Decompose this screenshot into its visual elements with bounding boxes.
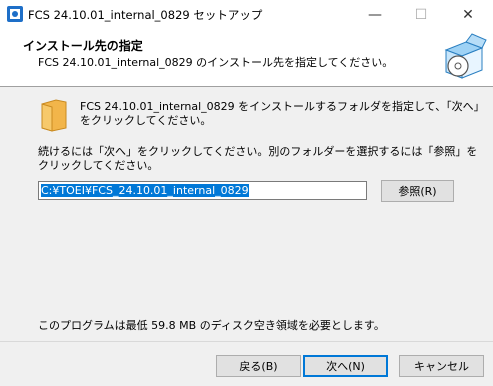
window-title: FCS 24.10.01_internal_0829 セットアップ: [28, 8, 263, 22]
browse-button-label: 参照(R): [398, 185, 437, 198]
cancel-button-label: キャンセル: [414, 360, 469, 373]
browse-button[interactable]: 参照(R): [381, 180, 454, 202]
page-title: インストール先の指定: [23, 39, 143, 53]
page-subtitle: FCS 24.10.01_internal_0829 のインストール先を指定して…: [38, 56, 394, 69]
intro-text: FCS 24.10.01_internal_0829 をインストールするフォルダ…: [80, 100, 480, 127]
footer-divider: [0, 341, 493, 342]
minimize-button[interactable]: —: [352, 0, 398, 29]
maximize-icon: ☐: [414, 6, 428, 23]
folder-icon: [41, 99, 67, 132]
installer-icon: [7, 6, 23, 22]
box-disc-icon: [444, 33, 487, 79]
disk-space-text: このプログラムは最低 59.8 MB のディスク空き領域を必要とします。: [38, 319, 385, 332]
instructions-text: 続けるには「次へ」をクリックしてください。別のフォルダーを選択するには「参照」を…: [38, 145, 478, 172]
next-button[interactable]: 次へ(N): [303, 355, 388, 377]
next-button-label: 次へ(N): [326, 360, 365, 373]
close-button[interactable]: ✕: [445, 0, 491, 29]
install-path-input[interactable]: C:¥TOEI¥FCS_24.10.01_internal_0829: [38, 181, 367, 200]
title-bar: FCS 24.10.01_internal_0829 セットアップ — ☐ ✕: [0, 0, 493, 29]
minimize-icon: —: [368, 6, 382, 23]
maximize-button[interactable]: ☐: [398, 0, 444, 29]
back-button[interactable]: 戻る(B): [216, 355, 301, 377]
close-icon: ✕: [462, 6, 474, 23]
wizard-header: インストール先の指定 FCS 24.10.01_internal_0829 のイ…: [0, 29, 493, 87]
cancel-button[interactable]: キャンセル: [399, 355, 484, 377]
install-path-value: C:¥TOEI¥FCS_24.10.01_internal_0829: [41, 184, 249, 197]
back-button-label: 戻る(B): [239, 360, 278, 373]
